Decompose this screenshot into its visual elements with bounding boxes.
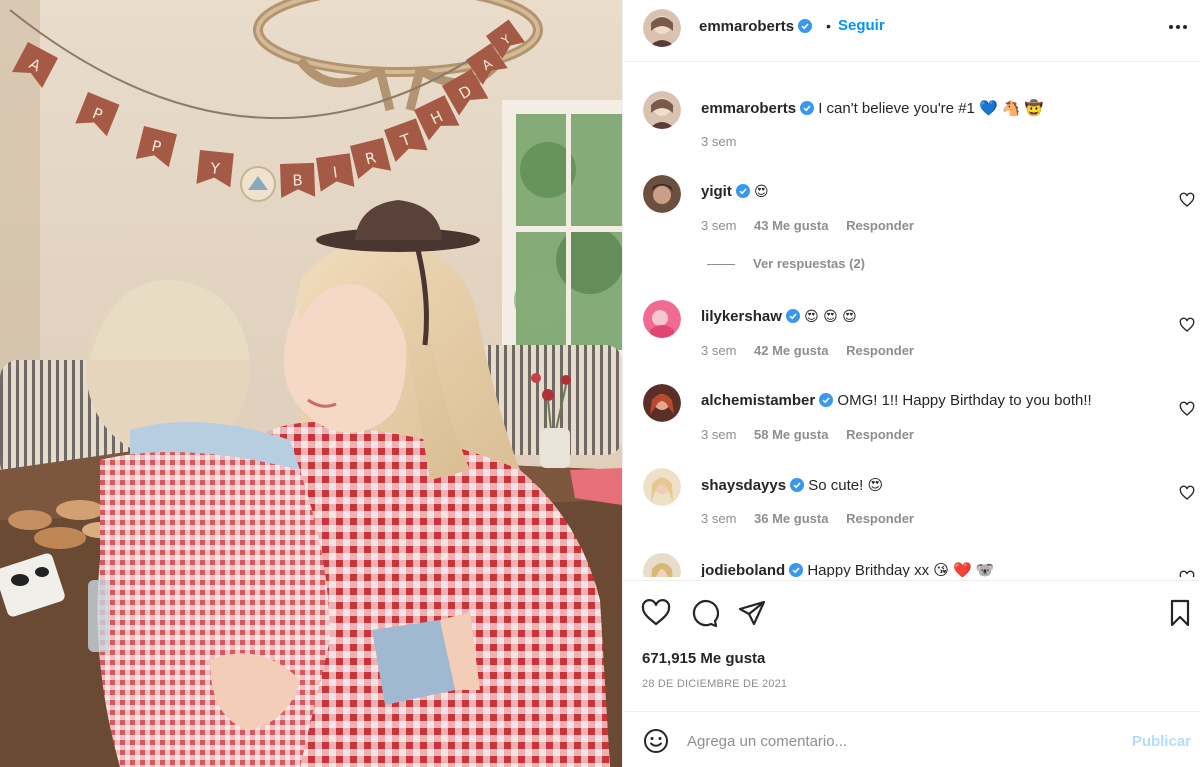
comment-line: lilykershaw 😍 😍 😍 — [701, 308, 857, 325]
caption-avatar[interactable] — [643, 91, 681, 129]
verified-badge-icon — [789, 563, 804, 577]
follow-button[interactable]: Seguir — [838, 17, 885, 34]
caption-text: I can't believe you're #1 💙 🐴 🤠 — [818, 100, 1044, 117]
comment-username[interactable]: jodieboland — [701, 562, 785, 577]
comment-meta: 3 sem 58 Me gusta Responder — [701, 427, 928, 442]
caption-meta: 3 sem — [701, 134, 750, 149]
author-username[interactable]: emmaroberts — [699, 18, 794, 35]
comment-time[interactable]: 3 sem — [701, 427, 736, 442]
post-date[interactable]: 28 DE DICIEMBRE DE 2021 — [642, 678, 787, 690]
comment-text: 😍 — [754, 184, 769, 200]
caption-username[interactable]: emmaroberts — [701, 100, 796, 117]
post-header: emmaroberts • Seguir — [623, 0, 1200, 62]
comment-username[interactable]: shaysdayys — [701, 477, 786, 494]
replies-line — [707, 264, 735, 266]
emoji-smiley-icon[interactable] — [643, 728, 669, 754]
comment-text: So cute! 😍 — [808, 477, 884, 494]
comment-time[interactable]: 3 sem — [701, 218, 736, 233]
commenter-avatar[interactable] — [643, 384, 681, 422]
commenter-avatar[interactable] — [643, 300, 681, 338]
verified-badge-icon — [819, 393, 834, 407]
caption-time[interactable]: 3 sem — [701, 134, 736, 149]
comment-input[interactable] — [687, 726, 1107, 756]
author-avatar[interactable] — [643, 9, 681, 47]
comment-username[interactable]: alchemistamber — [701, 392, 815, 409]
likes-count[interactable]: 671,915 Me gusta — [642, 650, 765, 667]
reply-button[interactable]: Responder — [846, 218, 914, 233]
verified-badge-icon — [785, 309, 800, 323]
view-replies-label[interactable]: Ver respuestas (2) — [753, 256, 865, 271]
comment-likes[interactable]: 42 Me gusta — [754, 343, 828, 358]
post-actions: 671,915 Me gusta 28 DE DICIEMBRE DE 2021 — [623, 580, 1200, 711]
comment-composer: Publicar — [623, 711, 1200, 767]
comment-likes[interactable]: 58 Me gusta — [754, 427, 828, 442]
like-comment-heart-icon[interactable] — [1179, 192, 1195, 208]
save-bookmark-icon[interactable] — [1165, 598, 1195, 628]
post-panel: emmaroberts • Seguir emmaroberts I can't… — [622, 0, 1200, 767]
commenter-avatar[interactable] — [643, 175, 681, 213]
comment-line: shaysdayys So cute! 😍 — [701, 476, 883, 494]
caption-line: emmaroberts I can't believe you're #1 💙 … — [701, 99, 1043, 117]
comment-username[interactable]: yigit — [701, 183, 732, 200]
view-replies-button[interactable]: Ver respuestas (2) — [707, 256, 865, 271]
comment-line: yigit 😍 — [701, 183, 769, 200]
comment-meta: 3 sem 36 Me gusta Responder — [701, 511, 928, 526]
publish-button[interactable]: Publicar — [1132, 733, 1191, 750]
share-send-icon[interactable] — [737, 598, 767, 628]
comments-list[interactable]: emmaroberts I can't believe you're #1 💙 … — [623, 63, 1200, 577]
like-comment-heart-icon[interactable] — [1179, 317, 1195, 333]
like-comment-heart-icon[interactable] — [1179, 485, 1195, 501]
verified-badge-icon — [800, 101, 815, 115]
banner-letter: B — [292, 171, 303, 189]
verified-badge-icon — [790, 478, 805, 492]
comment-text: OMG! 1!! Happy Birthday to you both!! — [837, 392, 1092, 409]
verified-badge-icon — [735, 184, 750, 198]
reply-button[interactable]: Responder — [846, 427, 914, 442]
reply-button[interactable]: Responder — [846, 511, 914, 526]
separator-dot: • — [826, 18, 831, 34]
like-comment-heart-icon[interactable] — [1179, 401, 1195, 417]
post-photo[interactable]: A P P Y B I R T H D A Y — [0, 0, 622, 767]
verified-badge-icon — [798, 19, 813, 33]
commenter-avatar[interactable] — [643, 553, 681, 577]
comment-line: jodieboland Happy Brithday xx 😘 ❤️ 🐨 — [701, 561, 995, 577]
comment-meta: 3 sem 42 Me gusta Responder — [701, 343, 928, 358]
comment-meta: 3 sem 43 Me gusta Responder — [701, 218, 928, 233]
comment-icon[interactable] — [689, 598, 719, 628]
comment-username[interactable]: lilykershaw — [701, 308, 782, 325]
comment-likes[interactable]: 36 Me gusta — [754, 511, 828, 526]
comment-time[interactable]: 3 sem — [701, 511, 736, 526]
comment-text: Happy Brithday xx 😘 ❤️ 🐨 — [807, 562, 995, 577]
reply-button[interactable]: Responder — [846, 343, 914, 358]
comment-likes[interactable]: 43 Me gusta — [754, 218, 828, 233]
comment-text: 😍 😍 😍 — [804, 309, 857, 325]
photo-illustration: A P P Y B I R T H D A Y — [0, 0, 622, 767]
header-username[interactable]: emmaroberts — [699, 18, 813, 35]
like-comment-heart-icon[interactable] — [1179, 570, 1195, 577]
commenter-avatar[interactable] — [643, 468, 681, 506]
comment-line: alchemistamber OMG! 1!! Happy Birthday t… — [701, 392, 1092, 409]
more-horizontal-icon[interactable] — [1167, 15, 1189, 39]
like-heart-icon[interactable] — [641, 598, 671, 628]
comment-time[interactable]: 3 sem — [701, 343, 736, 358]
